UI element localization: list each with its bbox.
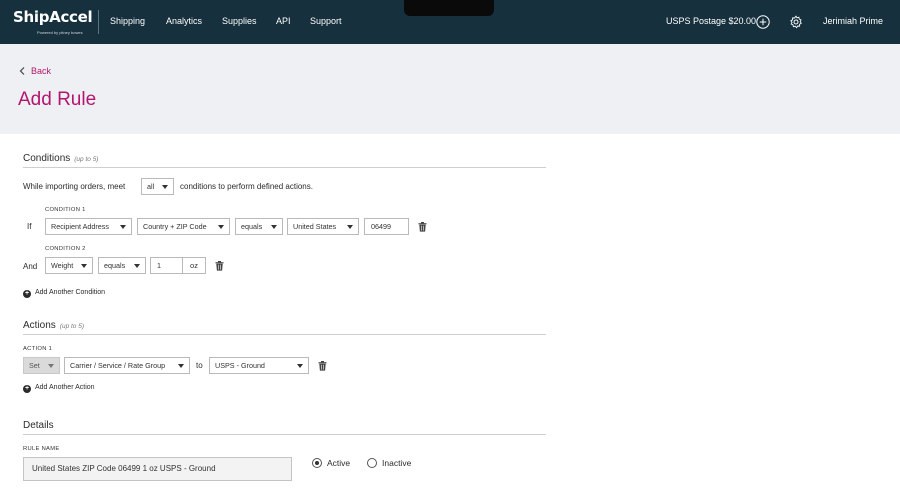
conditions-title: Conditions bbox=[23, 153, 71, 164]
action-1-value-select[interactable]: USPS - Ground bbox=[209, 357, 309, 374]
condition-2-field-value: Weight bbox=[51, 261, 74, 270]
caret-down-icon bbox=[297, 364, 303, 368]
action-1-verb-value: Set bbox=[29, 361, 40, 370]
brand-logo[interactable]: ShipAccel bbox=[13, 8, 93, 26]
action-1-label: ACTION 1 bbox=[23, 346, 53, 352]
actions-divider bbox=[23, 334, 546, 335]
actions-title: Actions bbox=[23, 320, 56, 331]
page-title: Add Rule bbox=[18, 89, 97, 110]
status-active-label: Active bbox=[327, 458, 351, 468]
nav-api[interactable]: API bbox=[276, 16, 291, 26]
condition-2-unit: oz bbox=[183, 257, 206, 274]
condition-1-operator-value: equals bbox=[241, 222, 263, 231]
add-condition-label: Add Another Condition bbox=[35, 289, 106, 296]
back-link[interactable]: Back bbox=[19, 66, 51, 76]
action-1-verb-select: Set bbox=[23, 357, 60, 374]
condition-2-label: CONDITION 2 bbox=[45, 246, 86, 252]
back-label: Back bbox=[31, 66, 52, 76]
conditions-heading: Conditions (up to 5) bbox=[23, 153, 98, 164]
caret-down-icon bbox=[162, 185, 168, 189]
trash-icon[interactable] bbox=[318, 361, 327, 371]
plus-circle-filled-icon: + bbox=[23, 290, 31, 298]
conditions-hint: (up to 5) bbox=[74, 156, 99, 163]
postage-balance: USPS Postage $20.00 bbox=[666, 16, 757, 26]
caret-down-icon bbox=[347, 225, 353, 229]
match-select[interactable]: all bbox=[141, 178, 174, 195]
condition-1-subfield-select[interactable]: Country + ZIP Code bbox=[137, 218, 230, 235]
details-divider bbox=[23, 434, 546, 435]
conditions-intro-before: While importing orders, meet bbox=[23, 182, 126, 191]
radio-unselected-icon bbox=[367, 458, 377, 468]
caret-down-icon bbox=[81, 264, 87, 268]
match-value: all bbox=[147, 182, 155, 191]
gear-icon[interactable] bbox=[789, 15, 803, 29]
conditions-intro-after: conditions to perform defined actions. bbox=[180, 182, 313, 191]
add-action-link[interactable]: + Add Another Action bbox=[23, 384, 95, 393]
plus-circle-icon[interactable] bbox=[756, 15, 770, 29]
caret-down-icon bbox=[178, 364, 184, 368]
condition-1-subfield-value: Country + ZIP Code bbox=[143, 222, 207, 231]
condition-1-value-select[interactable]: United States bbox=[287, 218, 359, 235]
condition-1-value: United States bbox=[293, 222, 337, 231]
trash-icon[interactable] bbox=[215, 261, 224, 271]
add-condition-link[interactable]: + Add Another Condition bbox=[23, 289, 105, 298]
condition-1-field-select[interactable]: Recipient Address bbox=[45, 218, 132, 235]
page-header bbox=[0, 44, 900, 134]
logo-divider bbox=[98, 10, 99, 34]
chevron-left-icon bbox=[19, 67, 25, 75]
nav-support[interactable]: Support bbox=[310, 16, 342, 26]
caret-down-icon bbox=[271, 225, 277, 229]
nav-analytics[interactable]: Analytics bbox=[166, 16, 202, 26]
rule-name-input[interactable]: United States ZIP Code 06499 1 oz USPS -… bbox=[23, 457, 292, 481]
camera-notch bbox=[404, 0, 494, 16]
condition-2-operator-value: equals bbox=[104, 261, 126, 270]
condition-1-operator-select[interactable]: equals bbox=[235, 218, 283, 235]
actions-hint: (up to 5) bbox=[59, 323, 85, 330]
caret-down-icon bbox=[120, 225, 126, 229]
status-inactive-radio[interactable]: Inactive bbox=[367, 458, 411, 468]
condition-1-field-value: Recipient Address bbox=[51, 222, 109, 231]
status-active-radio[interactable]: Active bbox=[312, 458, 350, 468]
caret-down-icon bbox=[48, 364, 54, 368]
nav-supplies[interactable]: Supplies bbox=[222, 16, 257, 26]
user-name[interactable]: Jerimiah Prime bbox=[823, 16, 883, 26]
rule-name-label: RULE NAME bbox=[23, 446, 60, 452]
caret-down-icon bbox=[134, 264, 140, 268]
trash-icon[interactable] bbox=[418, 222, 427, 232]
nav-shipping[interactable]: Shipping bbox=[110, 16, 145, 26]
brand-tagline: Powered by pitney bowes bbox=[37, 30, 83, 35]
condition-2-operator-select[interactable]: equals bbox=[98, 257, 146, 274]
condition-2-weight-input[interactable]: 1 bbox=[150, 257, 183, 274]
details-title: Details bbox=[23, 420, 54, 431]
condition-1-label: CONDITION 1 bbox=[45, 207, 86, 213]
action-1-value: USPS - Ground bbox=[215, 361, 265, 370]
add-action-label: Add Another Action bbox=[35, 384, 95, 391]
status-inactive-label: Inactive bbox=[382, 458, 412, 468]
actions-heading: Actions (up to 5) bbox=[23, 320, 84, 331]
action-1-target-select[interactable]: Carrier / Service / Rate Group bbox=[64, 357, 190, 374]
plus-circle-filled-icon: + bbox=[23, 385, 31, 393]
action-1-connector: to bbox=[196, 361, 203, 370]
caret-down-icon bbox=[218, 225, 224, 229]
condition-1-zip-input[interactable]: 06499 bbox=[364, 218, 409, 235]
condition-2-field-select[interactable]: Weight bbox=[45, 257, 93, 274]
radio-selected-icon bbox=[312, 458, 322, 468]
action-1-target-value: Carrier / Service / Rate Group bbox=[70, 361, 166, 370]
top-nav: ShipAccel Powered by pitney bowes Shippi… bbox=[0, 0, 900, 44]
condition-1-prefix: If bbox=[27, 222, 32, 231]
conditions-divider bbox=[23, 167, 546, 168]
details-heading: Details bbox=[23, 420, 54, 431]
condition-2-prefix: And bbox=[23, 262, 38, 271]
